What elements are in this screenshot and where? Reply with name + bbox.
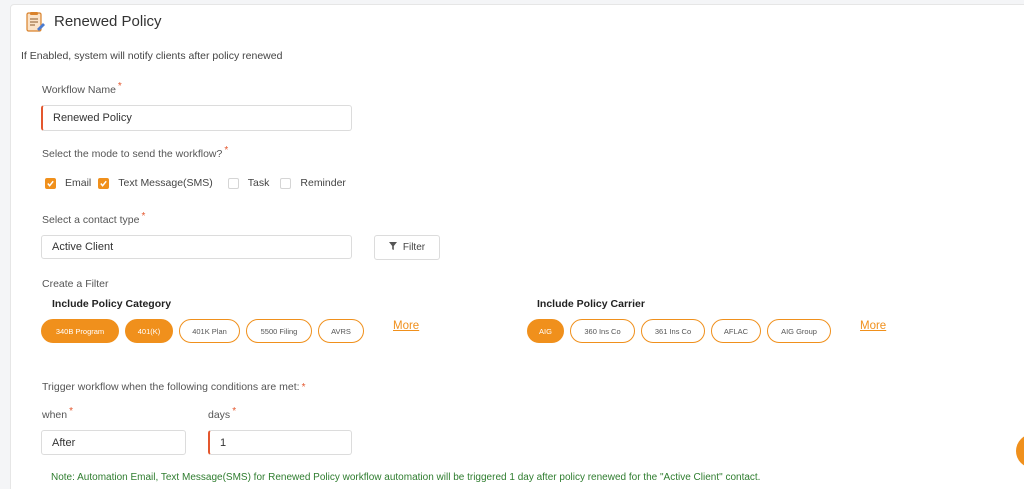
when-label: when * [42,406,74,421]
days-input[interactable]: 1 [208,430,352,455]
automation-note: Note: Automation Email, Text Message(SMS… [51,472,761,483]
filter-icon [388,242,397,253]
page-title: Renewed Policy [54,13,162,30]
chip-category-401k-plan[interactable]: 401K Plan [179,319,240,343]
filter-button[interactable]: Filter [374,235,440,260]
when-value: After [52,436,76,449]
email-label: Email [65,177,92,189]
workflow-name-value: Renewed Policy [53,112,132,124]
days-value: 1 [220,436,227,449]
contact-type-select[interactable]: Active Client [41,235,352,259]
policy-carrier-title: Include Policy Carrier [537,298,645,310]
policy-category-title: Include Policy Category [52,298,172,310]
workflow-name-input[interactable]: Renewed Policy [41,105,352,131]
mode-label: Select the mode to send the workflow? * [42,145,229,160]
policy-document-icon [24,11,46,33]
chip-category-avrs[interactable]: AVRS [318,319,364,343]
create-filter-label: Create a Filter [42,278,109,290]
reminder-label: Reminder [300,177,346,189]
mode-options: Email Text Message(SMS) Task Reminder [45,177,346,189]
carrier-more-link[interactable]: More [860,320,886,332]
task-label: Task [247,177,270,189]
category-more-link[interactable]: More [393,320,419,332]
sms-label: Text Message(SMS) [118,177,213,189]
page-subtitle: If Enabled, system will notify clients a… [21,50,283,62]
chip-carrier-aig[interactable]: AIG [527,319,564,343]
trigger-label: Trigger workflow when the following cond… [42,381,306,393]
filter-button-label: Filter [402,242,426,253]
contact-type-label: Select a contact type * [42,211,146,226]
chip-category-401k[interactable]: 401(K) [125,319,173,343]
email-checkbox[interactable] [45,177,56,189]
days-label: days * [208,406,237,421]
reminder-checkbox[interactable] [280,177,292,189]
contact-type-value: Active Client [52,241,114,253]
task-checkbox[interactable] [227,177,239,189]
when-select[interactable]: After [41,430,186,455]
chip-carrier-aflac[interactable]: AFLAC [711,319,761,343]
chip-carrier-aig-group[interactable]: AIG Group [767,319,831,343]
chip-carrier-361-ins-co[interactable]: 361 Ins Co [641,319,705,343]
chip-category-5500-filing[interactable]: 5500 Filing [246,319,312,343]
sms-checkbox[interactable] [98,177,110,189]
chip-category-340b-program[interactable]: 340B Program [41,319,119,343]
chip-carrier-360-ins-co[interactable]: 360 Ins Co [570,319,635,343]
workflow-name-label: Workflow Name * [42,81,122,96]
